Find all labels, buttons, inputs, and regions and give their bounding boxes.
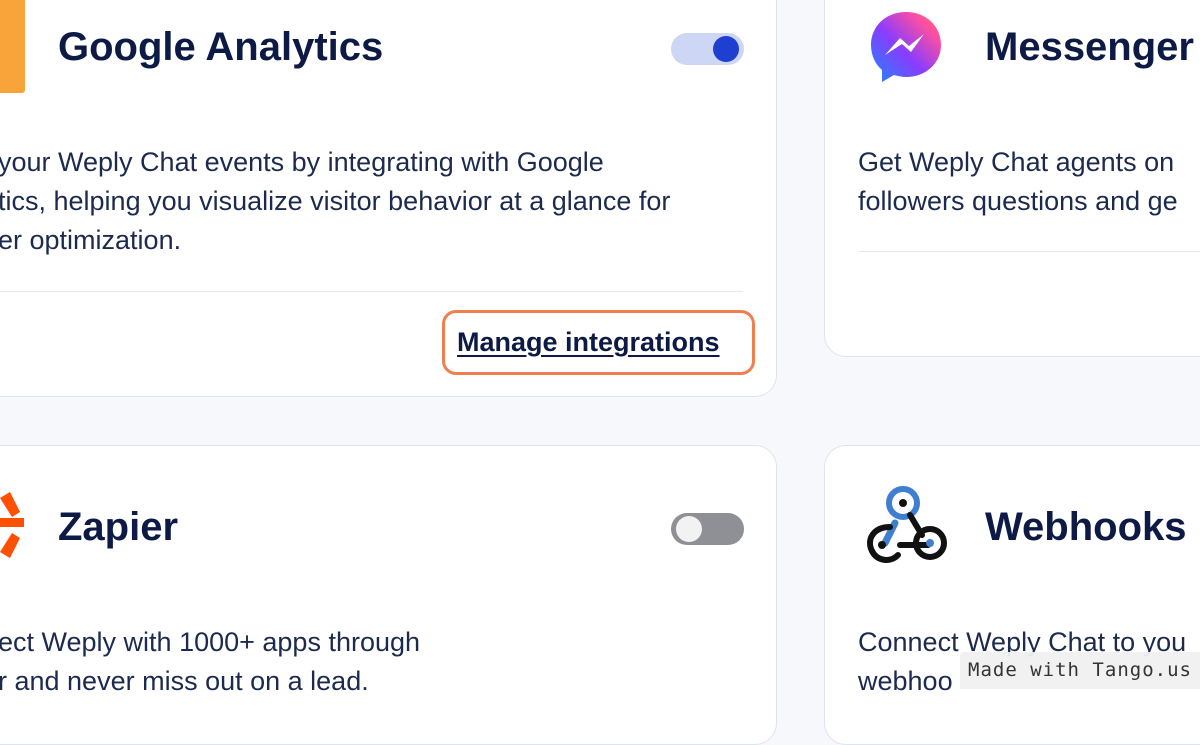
- tango-watermark: Made with Tango.us: [960, 652, 1200, 689]
- divider: [0, 291, 743, 292]
- google-analytics-toggle[interactable]: [671, 33, 744, 65]
- zapier-toggle[interactable]: [671, 513, 744, 545]
- messenger-title: Messenger: [985, 25, 1194, 69]
- zapier-description-line-1: ect Weply with 1000+ apps through: [0, 627, 421, 657]
- messenger-logo-icon: [871, 12, 941, 82]
- messenger-description-line-1: Get Weply Chat agents on: [858, 147, 1175, 177]
- webhooks-logo-icon: [867, 486, 947, 563]
- google-analytics-description-line-2: tics, helping you visualize visitor beha…: [0, 186, 671, 216]
- toggle-knob: [676, 516, 702, 542]
- manage-integrations-link[interactable]: Manage integrations: [457, 327, 720, 358]
- manage-integrations-highlight: Manage integrations: [442, 310, 755, 375]
- messenger-description-line-2: followers questions and ge: [858, 186, 1178, 216]
- google-analytics-title: Google Analytics: [58, 25, 384, 69]
- zapier-logo-icon: [0, 492, 24, 558]
- webhooks-description-line-2: webhoo: [858, 666, 953, 696]
- zapier-description-line-2: r and never miss out on a lead.: [0, 666, 369, 696]
- toggle-knob: [713, 36, 739, 62]
- zapier-title: Zapier: [58, 505, 179, 549]
- webhooks-title: Webhooks: [985, 505, 1187, 549]
- divider: [858, 251, 1200, 252]
- google-analytics-logo-icon: [0, 0, 25, 93]
- google-analytics-description-line-3: er optimization.: [0, 225, 182, 255]
- google-analytics-description-line-1: your Weply Chat events by integrating wi…: [0, 147, 604, 177]
